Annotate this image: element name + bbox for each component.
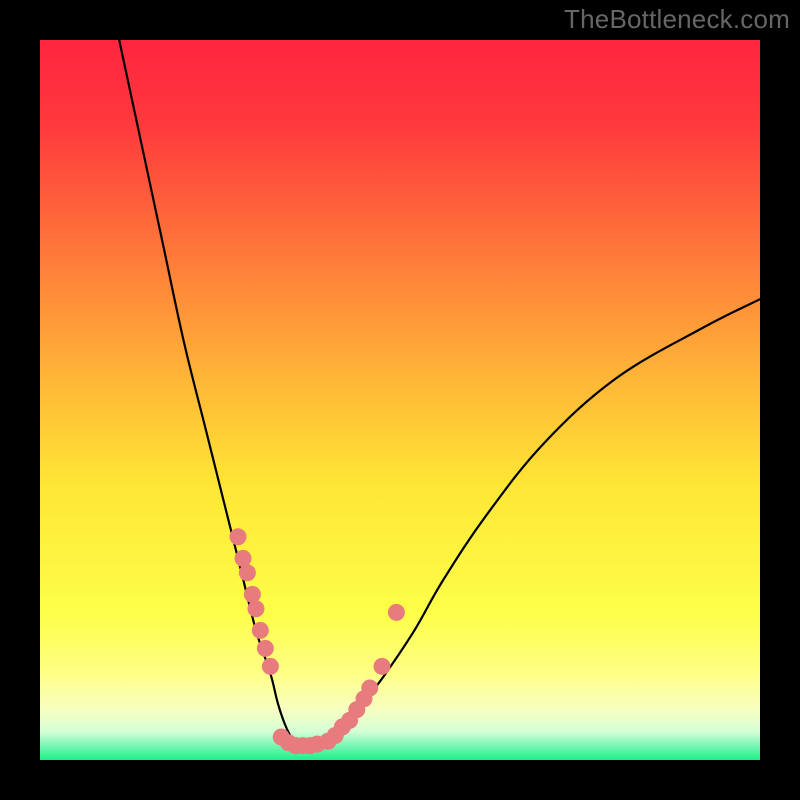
watermark-text: TheBottleneck.com (564, 4, 790, 35)
highlight-dot (374, 658, 391, 675)
highlight-dot (388, 604, 405, 621)
highlight-dot (257, 640, 274, 657)
highlight-dot (244, 586, 261, 603)
bottleneck-curve (119, 40, 760, 750)
highlight-dot (248, 600, 265, 617)
highlight-dot (252, 622, 269, 639)
highlight-dot (239, 564, 256, 581)
highlight-dots (230, 528, 405, 754)
highlight-dot (361, 680, 378, 697)
highlight-dot (262, 658, 279, 675)
curve-layer (40, 40, 760, 760)
highlight-dot (230, 528, 247, 545)
plot-area (40, 40, 760, 760)
highlight-dot (235, 550, 252, 567)
chart-frame: TheBottleneck.com (0, 0, 800, 800)
